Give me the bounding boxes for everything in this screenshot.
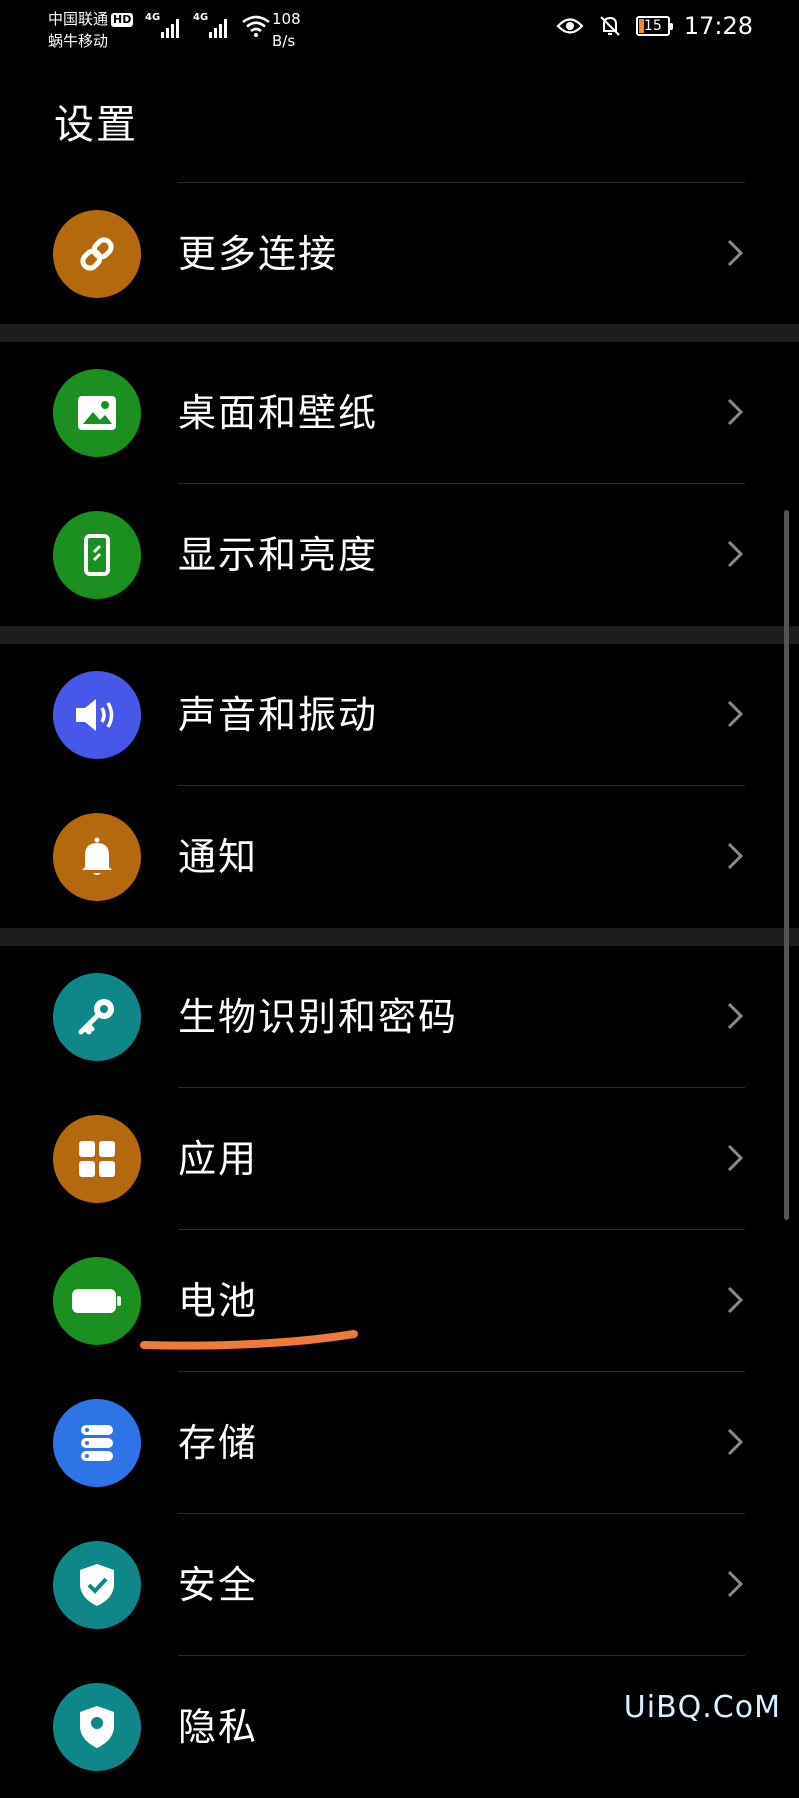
clock: 17:28 (683, 12, 753, 40)
settings-item-notifications[interactable]: 通知 (0, 786, 799, 928)
settings-item-label: 显示和亮度 (178, 533, 379, 577)
privacy-icon (53, 1683, 141, 1771)
settings-item-sound-vibration[interactable]: 声音和振动 (0, 644, 799, 786)
settings-item-label: 通知 (178, 835, 259, 879)
phone-display-icon (53, 511, 141, 599)
settings-item-label: 电池 (178, 1279, 259, 1323)
settings-item-label: 应用 (178, 1137, 259, 1181)
settings-item-storage[interactable]: 存储 (0, 1372, 799, 1514)
chevron-right-icon (727, 540, 744, 568)
battery-status-icon: 15 (635, 16, 673, 36)
network-speed-unit: B/s (272, 32, 296, 50)
chevron-right-icon (727, 1002, 744, 1030)
settings-item-label: 隐私 (178, 1705, 259, 1749)
chevron-right-icon (727, 239, 744, 267)
chevron-right-icon (727, 398, 744, 426)
network-speed: 108 B/s (272, 8, 301, 52)
chevron-right-icon (727, 1144, 744, 1172)
speaker-icon (53, 671, 141, 759)
settings-item-battery[interactable]: 电池 (0, 1230, 799, 1372)
settings-item-label: 存储 (178, 1421, 259, 1465)
apps-grid-icon (53, 1115, 141, 1203)
chevron-right-icon (727, 1286, 744, 1314)
settings-item-biometrics-password[interactable]: 生物识别和密码 (0, 946, 799, 1088)
settings-item-label: 桌面和壁纸 (178, 391, 379, 435)
settings-item-display-brightness[interactable]: 显示和亮度 (0, 484, 799, 626)
carrier-2-name: 蜗牛移动 (48, 32, 109, 50)
signal-strength-icon: 4G (145, 12, 179, 38)
chevron-right-icon (727, 1428, 744, 1456)
settings-item-privacy[interactable]: 隐私 (0, 1656, 799, 1798)
settings-item-home-wallpaper[interactable]: 桌面和壁纸 (0, 342, 799, 484)
image-icon (53, 369, 141, 457)
scrollbar[interactable] (784, 510, 789, 1220)
settings-item-more-connections[interactable]: 更多连接 (0, 183, 799, 325)
settings-item-apps[interactable]: 应用 (0, 1088, 799, 1230)
network-type-label: 4G (193, 12, 209, 23)
mute-bell-icon (600, 16, 620, 36)
signal-indicators: 4G 4G (145, 12, 271, 38)
group-separator (0, 324, 799, 342)
carrier-info: 中国联通 HD 蜗牛移动 (48, 8, 134, 52)
signal-strength-icon: 4G (193, 12, 227, 38)
status-right-group: 15 17:28 (556, 12, 753, 40)
settings-item-label: 生物识别和密码 (178, 995, 459, 1039)
eye-comfort-icon (556, 18, 584, 34)
key-icon (53, 973, 141, 1061)
annotation-underline (140, 1330, 358, 1350)
status-bar: 中国联通 HD 蜗牛移动 4G 4G 108 B/s 15 17:28 (0, 0, 799, 60)
settings-item-label: 安全 (178, 1563, 259, 1607)
network-speed-value: 108 (272, 10, 301, 28)
shield-check-icon (53, 1541, 141, 1629)
chevron-right-icon (727, 1570, 744, 1598)
link-icon (53, 210, 141, 298)
settings-item-security[interactable]: 安全 (0, 1514, 799, 1656)
chevron-right-icon (727, 842, 744, 870)
settings-item-label: 更多连接 (178, 232, 339, 276)
watermark: UiBQ.CoM (623, 1690, 781, 1725)
chevron-right-icon (727, 700, 744, 728)
bell-icon (53, 813, 141, 901)
hd-voice-badge: HD (111, 13, 134, 27)
group-separator (0, 928, 799, 946)
page-title: 设置 (54, 102, 138, 148)
battery-icon (53, 1257, 141, 1345)
group-separator (0, 626, 799, 644)
storage-icon (53, 1399, 141, 1487)
battery-level-text: 15 (643, 18, 662, 34)
wifi-icon (242, 15, 270, 37)
carrier-1-name: 中国联通 (48, 10, 109, 28)
network-type-label: 4G (145, 12, 161, 23)
settings-item-label: 声音和振动 (178, 693, 379, 737)
